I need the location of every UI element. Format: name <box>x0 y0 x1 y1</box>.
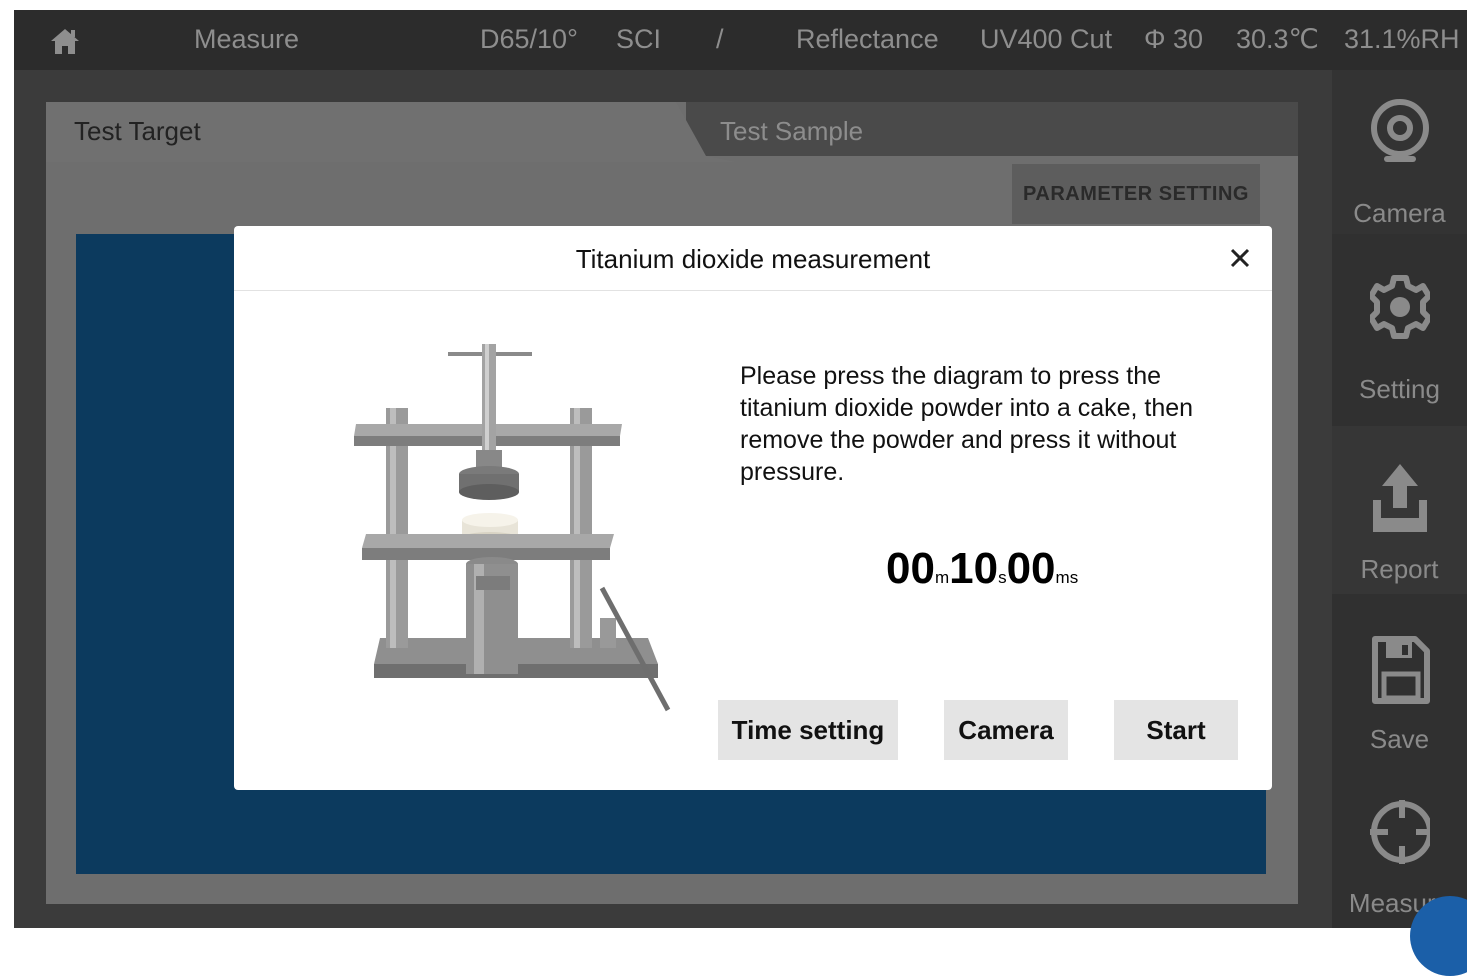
sidebar-item-camera[interactable]: Camera <box>1332 70 1467 234</box>
crosshair-icon <box>1370 800 1430 864</box>
home-icon[interactable] <box>50 27 80 55</box>
dialog-header: Titanium dioxide measurement <box>234 226 1272 291</box>
tab-test-sample-label: Test Sample <box>720 116 864 146</box>
sidebar-item-report-label: Report <box>1360 554 1439 584</box>
sidebar-item-save-label: Save <box>1369 724 1430 754</box>
status-bar: Measure D65/10° SCI / Reflectance UV400 … <box>14 10 1467 70</box>
parameter-setting-button[interactable]: PARAMETER SETTING <box>1012 164 1260 224</box>
sidebar-item-save[interactable]: Save <box>1332 600 1467 764</box>
spec-mode-label: SCI <box>616 24 662 54</box>
webcam-icon <box>1371 99 1429 162</box>
sidebar-item-setting-label: Setting <box>1359 374 1440 404</box>
floppy-disk-icon <box>1372 636 1430 704</box>
timer-seconds-unit: s <box>998 568 1007 587</box>
separator-label: / <box>716 24 724 54</box>
time-setting-button[interactable]: Time setting <box>718 700 898 760</box>
mode-label: Measure <box>194 24 300 54</box>
timer-minutes: 00 <box>886 544 935 593</box>
temperature-label: 30.3℃ <box>1236 24 1319 54</box>
aperture-label: Φ 30 <box>1144 24 1204 54</box>
close-icon[interactable] <box>1226 244 1254 272</box>
gear-icon <box>1370 275 1430 339</box>
countdown-timer: 00m10s00ms <box>886 544 1078 594</box>
sidebar-item-camera-label: Camera <box>1353 198 1446 228</box>
sidebar-item-setting[interactable]: Setting <box>1332 234 1467 404</box>
titanium-dioxide-dialog: Titanium dioxide measurement Please pres… <box>234 226 1272 790</box>
timer-millis: 00 <box>1006 544 1056 593</box>
dialog-title: Titanium dioxide measurement <box>575 244 931 274</box>
timer-millis-unit: ms <box>1055 568 1079 587</box>
powder-press-icon[interactable] <box>352 338 682 728</box>
uv-label: UV400 Cut <box>980 24 1113 54</box>
timer-minutes-unit: m <box>934 568 950 587</box>
measure-type-label: Reflectance <box>796 24 939 54</box>
tab-test-target-label: Test Target <box>74 116 201 146</box>
humidity-label: 31.1%RH <box>1344 24 1460 54</box>
sidebar: Camera Setting Report Save Measure <box>1332 70 1467 928</box>
upload-icon <box>1373 464 1427 532</box>
timer-seconds: 10 <box>949 544 999 593</box>
illuminant-label: D65/10° <box>480 24 578 54</box>
camera-button[interactable]: Camera <box>944 700 1068 760</box>
start-button[interactable]: Start <box>1114 700 1238 760</box>
sidebar-item-report[interactable]: Report <box>1332 426 1467 594</box>
instruction-text: Please press the diagram to press the ti… <box>740 362 1194 486</box>
